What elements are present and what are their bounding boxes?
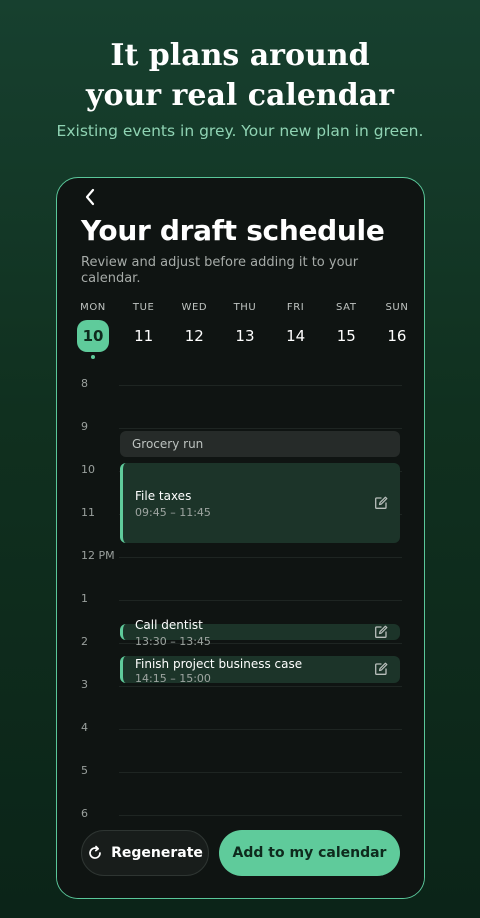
event-title: Finish project business case	[135, 657, 303, 671]
edit-icon[interactable]	[374, 625, 388, 639]
hour-divider	[119, 385, 402, 386]
hour-label: 8	[81, 377, 88, 390]
refresh-icon	[89, 845, 101, 859]
hour-label: 1	[81, 592, 88, 605]
regenerate-button[interactable]: Regenerate	[81, 830, 209, 876]
hour-label: 11	[81, 506, 95, 519]
chevron-left-icon	[85, 188, 95, 206]
hour-row: 8	[57, 377, 424, 390]
week-strip: MON 10 TUE 11 WED 12 THU 13 FRI 14 SAT 1…	[73, 302, 417, 359]
add-to-calendar-button[interactable]: Add to my calendar	[219, 830, 400, 876]
event-time: 09:45 – 11:45	[135, 506, 211, 519]
hour-divider	[119, 686, 402, 687]
day-sat[interactable]: SAT 15	[326, 302, 366, 359]
edit-icon[interactable]	[374, 662, 388, 676]
event-title: Call dentist	[135, 618, 203, 632]
day-sun[interactable]: SUN 16	[377, 302, 417, 359]
event-time: 13:30 – 13:45	[135, 635, 211, 648]
day-name: WED	[181, 302, 208, 313]
page-description: Review and adjust before adding it to yo…	[81, 255, 359, 286]
hour-label: 12 PM	[81, 549, 115, 562]
day-wed[interactable]: WED 12	[174, 302, 214, 359]
day-number: 13	[235, 327, 255, 345]
hour-divider	[119, 729, 402, 730]
page-title: Your draft schedule	[81, 214, 385, 247]
event-title: Grocery run	[132, 437, 204, 451]
day-timeline[interactable]: 8 9 10 11 12 PM 1 2 3 4 5 6 Grocery run …	[57, 363, 424, 823]
hour-label: 5	[81, 764, 88, 777]
plan-event-call-dentist[interactable]: Call dentist 13:30 – 13:45	[120, 618, 400, 648]
hour-label: 10	[81, 463, 95, 476]
day-name: SAT	[336, 302, 357, 313]
hour-divider	[119, 557, 402, 558]
hour-label: 3	[81, 678, 88, 691]
hour-divider	[119, 815, 402, 816]
edit-icon[interactable]	[374, 496, 388, 510]
hour-row: 12 PM	[57, 549, 424, 562]
hour-label: 2	[81, 635, 88, 648]
headline: It plans around your real calendar	[0, 36, 480, 116]
day-number: 16	[387, 327, 407, 345]
day-tue[interactable]: TUE 11	[124, 302, 164, 359]
hour-row: 3	[57, 678, 424, 691]
day-number: 14	[286, 327, 306, 345]
hour-row: 5	[57, 764, 424, 777]
hour-label: 9	[81, 420, 88, 433]
day-thu[interactable]: THU 13	[225, 302, 265, 359]
day-name: SUN	[385, 302, 409, 313]
add-to-calendar-label: Add to my calendar	[232, 845, 387, 861]
day-fri[interactable]: FRI 14	[276, 302, 316, 359]
hour-row: 2	[57, 635, 424, 648]
hour-row: 6	[57, 807, 424, 820]
day-number: 15	[336, 327, 356, 345]
day-number: 10	[77, 320, 109, 352]
headline-line-1: It plans around	[110, 38, 370, 73]
day-mon[interactable]: MON 10	[73, 302, 113, 359]
hour-divider	[119, 772, 402, 773]
day-name: TUE	[132, 302, 155, 313]
headline-line-2: your real calendar	[86, 78, 394, 113]
event-time: 14:15 – 15:00	[135, 672, 211, 685]
day-number: 12	[184, 327, 204, 345]
hour-divider	[119, 600, 402, 601]
day-name: FRI	[286, 302, 305, 313]
hour-row: 1	[57, 592, 424, 605]
event-title: File taxes	[135, 489, 192, 503]
day-name: MON	[80, 302, 106, 313]
plan-event-finish-project[interactable]: Finish project business case 14:15 – 15:…	[120, 656, 400, 685]
phone-screen: Your draft schedule Review and adjust be…	[56, 177, 425, 899]
existing-event-grocery-run[interactable]: Grocery run	[120, 431, 400, 457]
hour-divider	[119, 428, 402, 429]
hour-label: 4	[81, 721, 88, 734]
back-button[interactable]	[79, 186, 101, 208]
regenerate-label: Regenerate	[111, 845, 203, 861]
hour-row: 4	[57, 721, 424, 734]
subline: Existing events in grey. Your new plan i…	[56, 122, 424, 140]
hour-row: 9	[57, 420, 424, 433]
day-name: THU	[233, 302, 257, 313]
selected-day-dot	[91, 355, 95, 359]
day-number: 11	[134, 327, 154, 345]
plan-event-file-taxes[interactable]: File taxes 09:45 – 11:45	[120, 463, 400, 543]
